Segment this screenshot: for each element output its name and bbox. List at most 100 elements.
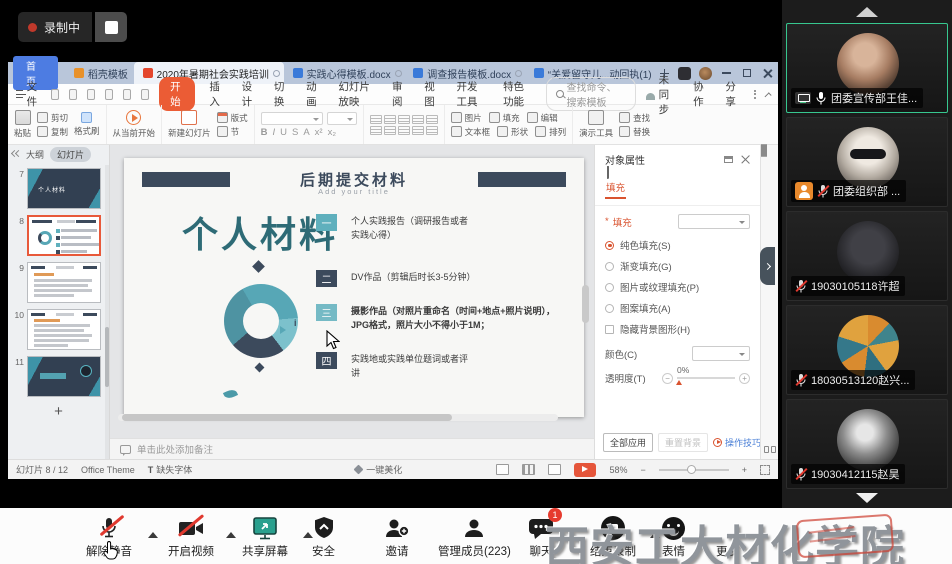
edit-button[interactable]: 编辑 [527,112,558,124]
option-solid-fill[interactable]: 纯色填充(S) [605,238,750,252]
tips-link[interactable]: 操作技巧 [713,436,761,449]
security-button[interactable]: 安全 [312,514,335,559]
missing-font-warning[interactable]: T 缺失字体 [148,463,193,476]
font-name-select[interactable] [261,112,323,125]
layers-strip-icon[interactable] [765,144,767,157]
zoom-slider[interactable] [659,469,729,471]
decrease-button[interactable]: − [662,373,673,384]
reset-background-button[interactable]: 重置背景 [658,433,708,452]
video-options-caret[interactable] [226,532,236,538]
option-pattern-fill[interactable]: 图案填充(A) [605,301,750,315]
fill-button[interactable]: 填充 [489,112,520,124]
color-select[interactable] [692,346,750,361]
picture-button[interactable]: 图片 [451,112,482,124]
fill-tab[interactable]: 填充 [605,178,626,199]
textbox-button[interactable]: 文本框 [451,126,491,138]
option-picture-fill[interactable]: 图片或纹理填充(P) [605,280,750,294]
zoom-slider-thumb[interactable] [687,465,696,474]
participant-tile[interactable]: 团委宣传部王佳... [786,23,948,113]
print-icon[interactable] [87,89,95,100]
thumbnail-slide-8-selected[interactable]: 8 [10,215,107,256]
manage-members-button[interactable]: 管理成员(223) [438,514,511,559]
dock-panel-icon[interactable] [724,156,733,163]
zoom-out-button[interactable]: − [640,465,645,475]
close-button[interactable] [757,64,778,82]
collapse-ribbon-icon[interactable] [764,92,771,99]
subscript-button[interactable]: x₂ [328,127,336,138]
undo-icon[interactable] [123,89,131,100]
tab-docer[interactable]: 稻壳模板 [65,62,134,84]
invite-button[interactable]: 邀请 [384,514,410,559]
section-button[interactable]: 节 [217,126,248,138]
superscript-button[interactable]: x² [315,127,323,138]
participant-tile[interactable]: 团委组织部 ... [786,117,948,207]
thumbnail-slide-7[interactable]: 7 个人材料 [10,168,107,209]
collapse-panel-icon[interactable] [12,150,20,158]
paragraph-alignment-group[interactable] [370,115,438,135]
increase-button[interactable]: + [739,373,750,384]
paste-button[interactable]: 粘贴 [14,110,31,139]
theme-name[interactable]: Office Theme [81,465,135,475]
format-painter-button[interactable]: 格式刷 [74,112,100,137]
zoom-percent[interactable]: 58% [609,465,627,475]
arrange-button[interactable]: 排列 [535,126,566,138]
slider-thumb[interactable] [676,380,682,385]
find-button[interactable]: 查找 [619,112,650,124]
save-icon[interactable] [51,89,59,100]
share-button[interactable]: 分享 [721,78,743,110]
more-commands-icon[interactable] [754,90,756,99]
notes-bar[interactable]: 单击此处添加备注 [110,438,594,459]
copy-button[interactable]: 复制 [37,126,68,138]
layout-grid-icon[interactable] [764,446,776,453]
thumbnail-slide-9[interactable]: 9 [10,262,107,303]
preview-icon[interactable] [105,89,113,100]
horizontal-scrollbar[interactable] [118,414,558,421]
vertical-scrollbar[interactable] [582,285,589,323]
tab-slides[interactable]: 幻灯片 [50,147,91,162]
share-screen-button[interactable]: 共享屏幕 [242,514,288,559]
beautify-button[interactable]: 一键美化 [355,463,402,476]
collaborate-button[interactable]: 协作 [689,78,711,110]
participant-tile[interactable]: 19030412115赵昊 [786,399,948,489]
slide-edit-area[interactable]: 后期提交材料 Add your title 个人材料 i 一 个人实践报告（调研… [110,145,594,459]
thumbnail-scrollbar[interactable] [105,165,109,459]
mic-options-caret[interactable] [148,532,158,538]
replace-button[interactable]: 替换 [619,126,650,138]
participant-tile[interactable]: 18030513120赵兴... [786,305,948,395]
reading-view-icon[interactable] [548,464,561,475]
font-size-select[interactable] [327,112,357,125]
layout-button[interactable]: 版式 [217,112,248,124]
scroll-down-icon[interactable] [856,493,878,503]
participant-tile[interactable]: 19030105118许超 [786,211,948,301]
apply-all-button[interactable]: 全部应用 [603,433,653,452]
font-color-button[interactable]: A [303,127,309,138]
slide-canvas[interactable]: 后期提交材料 Add your title 个人材料 i 一 个人实践报告（调研… [124,158,584,417]
play-from-current-button[interactable]: 从当前开始 [113,110,156,139]
start-video-button[interactable]: 开启视频 [168,514,214,559]
slideshow-play-button[interactable] [574,463,596,477]
underline-button[interactable]: U [280,127,287,138]
present-tools-button[interactable]: 演示工具 [579,110,613,139]
add-slide-button[interactable]: + [8,403,109,420]
normal-view-icon[interactable] [496,464,509,475]
tab-outline[interactable]: 大纲 [26,148,44,161]
cut-button[interactable]: 剪切 [37,112,68,124]
collapse-properties-tab[interactable] [760,247,775,285]
option-hide-background[interactable]: 隐藏背景图形(H) [605,322,750,336]
bold-button[interactable]: B [261,127,268,138]
strike-button[interactable]: S [292,127,298,138]
shape-button[interactable]: 形状 [497,126,528,138]
fit-to-window-icon[interactable] [760,465,770,475]
slide-sorter-icon[interactable] [522,464,535,475]
output-icon[interactable] [69,89,77,100]
close-panel-icon[interactable] [741,155,750,164]
thumbnail-slide-11[interactable]: 11 [10,356,107,397]
fill-preset-select[interactable] [678,214,750,229]
transparency-slider[interactable]: − 0% + [662,373,750,384]
zoom-in-button[interactable]: + [742,465,747,475]
scroll-up-icon[interactable] [856,7,878,17]
option-gradient-fill[interactable]: 渐变填充(G) [605,259,750,273]
redo-icon[interactable] [141,89,149,100]
italic-button[interactable]: I [272,127,275,138]
stop-recording-button[interactable] [95,12,127,42]
